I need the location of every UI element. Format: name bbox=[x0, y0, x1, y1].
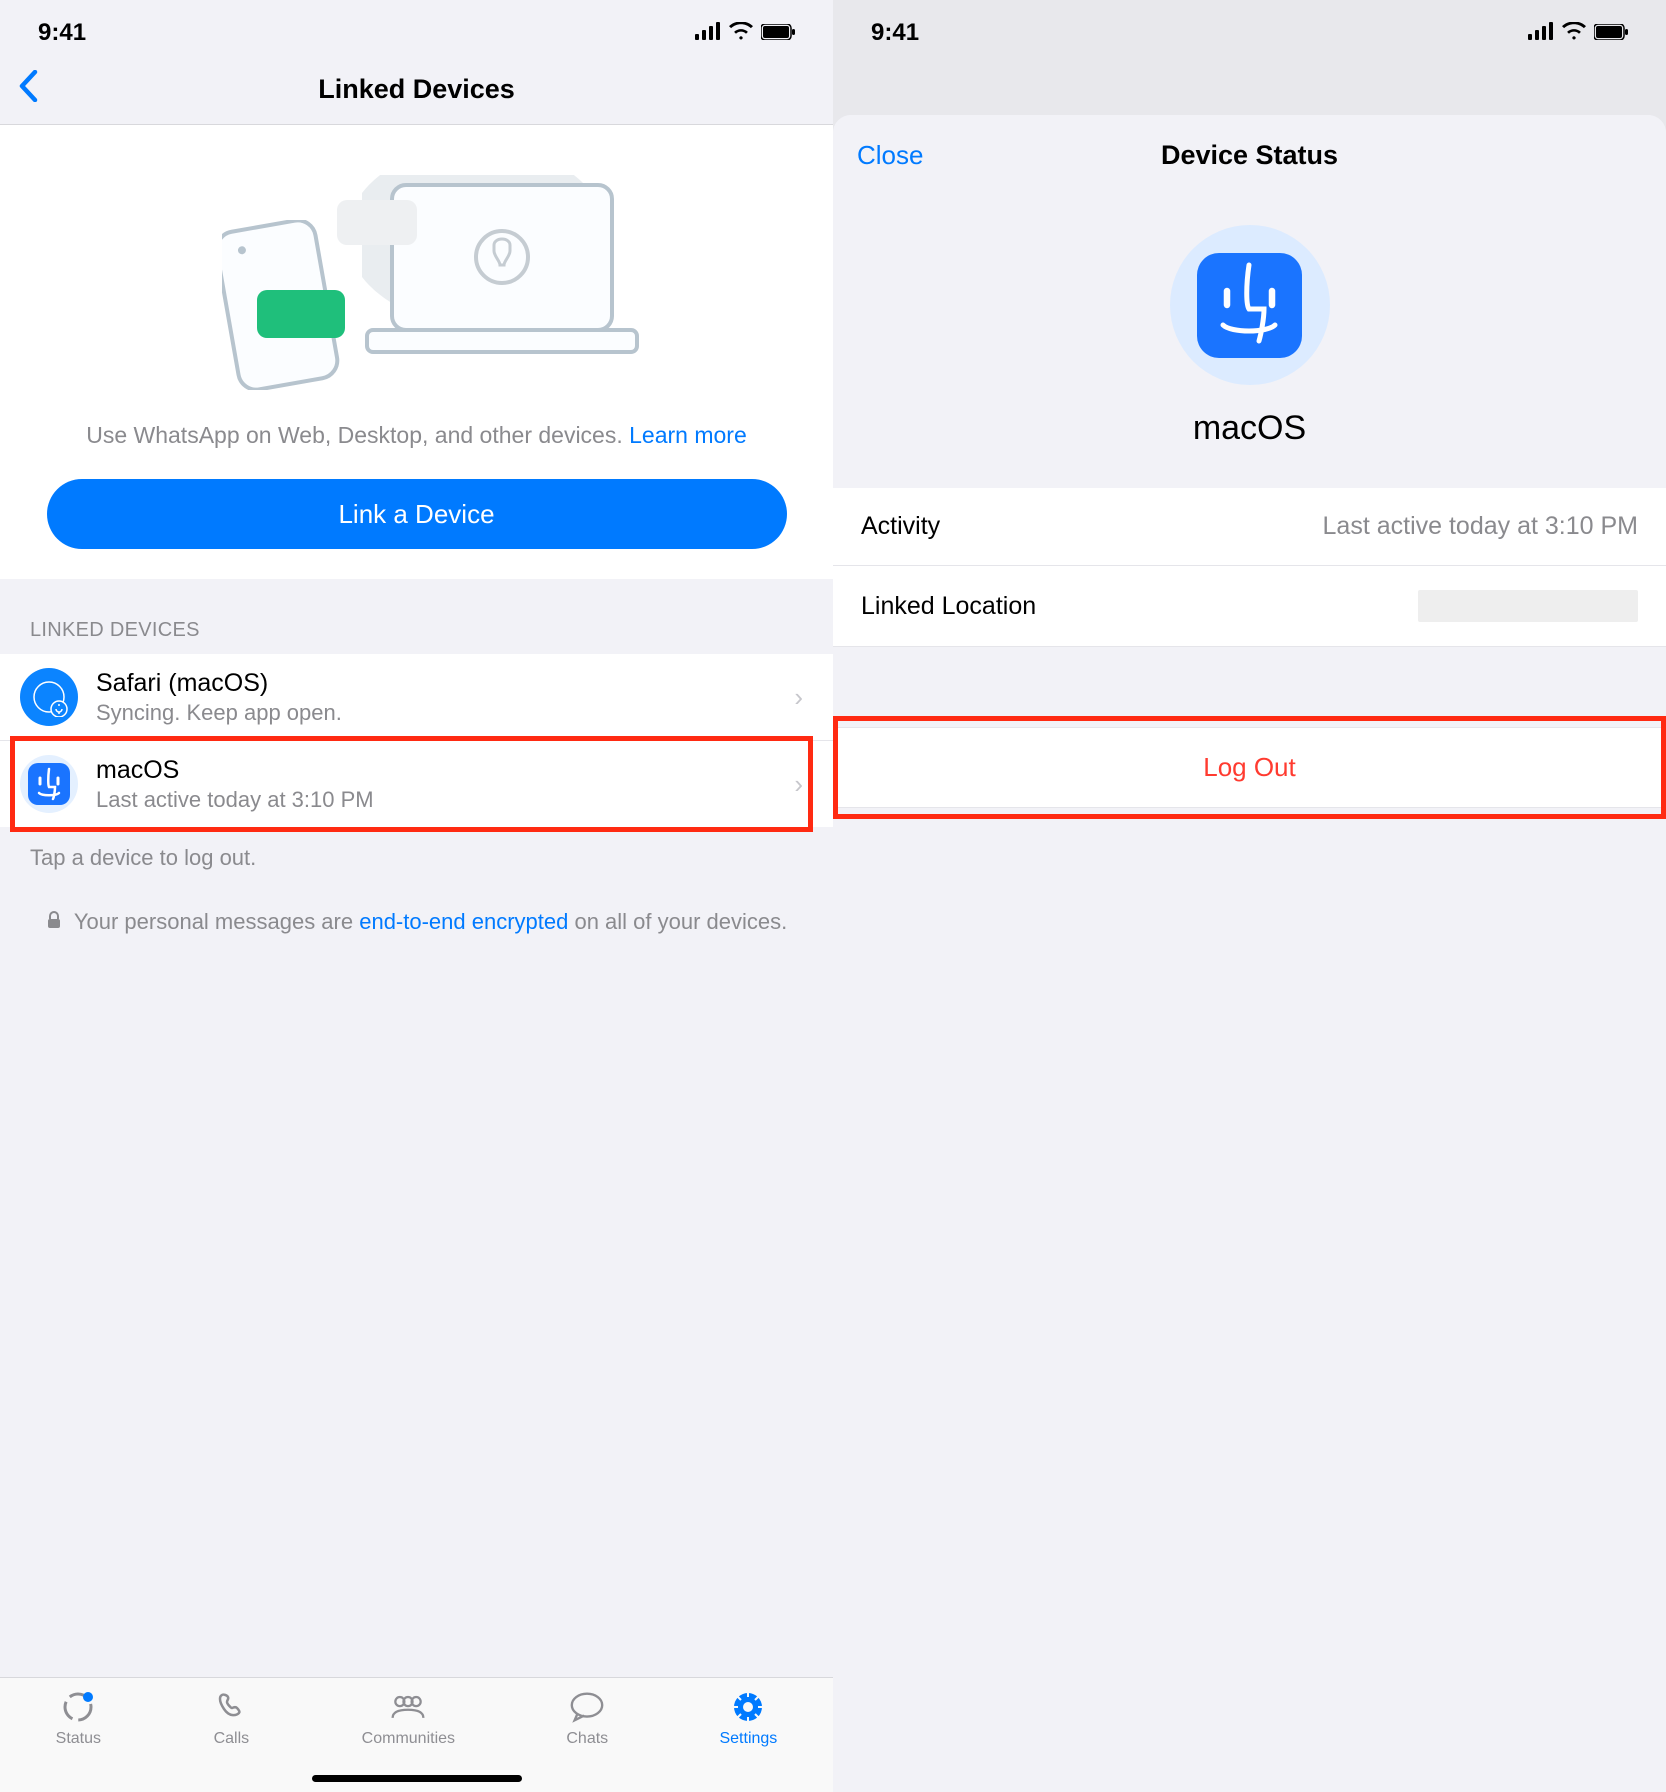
nav-bar: Linked Devices bbox=[0, 55, 833, 125]
phone-linked-devices: 9:41 Linked Devices Use WhatsApp on W bbox=[0, 0, 833, 1792]
tab-label: Calls bbox=[214, 1730, 250, 1748]
detail-value: Last active today at 3:10 PM bbox=[1323, 512, 1638, 541]
detail-label: Linked Location bbox=[861, 592, 1036, 621]
encryption-note: Your personal messages are end-to-end en… bbox=[0, 889, 833, 956]
tab-label: Settings bbox=[719, 1730, 777, 1748]
device-name: macOS bbox=[1193, 409, 1306, 448]
wifi-icon bbox=[1562, 19, 1586, 47]
tab-settings[interactable]: Settings bbox=[719, 1688, 777, 1792]
location-row: Linked Location bbox=[833, 566, 1666, 647]
tap-note: Tap a device to log out. bbox=[0, 827, 833, 889]
back-button[interactable] bbox=[18, 69, 38, 111]
device-subtitle: Last active today at 3:10 PM bbox=[96, 787, 794, 813]
status-time: 9:41 bbox=[871, 19, 919, 47]
page-title: Linked Devices bbox=[0, 74, 833, 105]
finder-icon bbox=[20, 755, 78, 813]
tab-label: Communities bbox=[362, 1730, 455, 1748]
close-button[interactable]: Close bbox=[857, 140, 923, 171]
tab-label: Status bbox=[56, 1730, 101, 1748]
devices-list: Safari (macOS) Syncing. Keep app open. ›… bbox=[0, 654, 833, 827]
devices-illustration bbox=[182, 145, 652, 395]
chevron-right-icon: › bbox=[794, 682, 813, 713]
link-device-button[interactable]: Link a Device bbox=[47, 479, 787, 549]
communities-icon bbox=[389, 1688, 427, 1726]
tab-label: Chats bbox=[566, 1730, 608, 1748]
device-title: macOS bbox=[96, 756, 794, 785]
chevron-right-icon: › bbox=[794, 769, 813, 800]
home-indicator[interactable] bbox=[312, 1775, 522, 1782]
device-title: Safari (macOS) bbox=[96, 669, 794, 698]
status-indicators bbox=[1528, 19, 1628, 47]
sheet-nav: Close Device Status bbox=[833, 115, 1666, 195]
phone-device-status: 9:41 Close Device Status macOS bbox=[833, 0, 1666, 1792]
calls-icon bbox=[212, 1688, 250, 1726]
logout-button[interactable]: Log Out bbox=[833, 727, 1666, 808]
tab-status[interactable]: Status bbox=[56, 1688, 101, 1792]
device-status-sheet: Close Device Status macOS Activity Last … bbox=[833, 115, 1666, 1792]
settings-icon bbox=[729, 1688, 767, 1726]
hero-text: Use WhatsApp on Web, Desktop, and other … bbox=[86, 419, 747, 451]
device-hero: macOS bbox=[833, 195, 1666, 488]
safari-icon bbox=[20, 668, 78, 726]
device-row-safari[interactable]: Safari (macOS) Syncing. Keep app open. › bbox=[0, 654, 833, 741]
cellular-icon bbox=[1528, 19, 1554, 47]
chats-icon bbox=[568, 1688, 606, 1726]
sheet-title: Device Status bbox=[833, 140, 1666, 171]
device-avatar bbox=[1170, 225, 1330, 385]
wifi-icon bbox=[729, 19, 753, 47]
lock-icon bbox=[46, 909, 68, 934]
tab-calls[interactable]: Calls bbox=[212, 1688, 250, 1792]
encryption-link[interactable]: end-to-end encrypted bbox=[359, 909, 568, 934]
hero-section: Use WhatsApp on Web, Desktop, and other … bbox=[0, 125, 833, 579]
tab-chats[interactable]: Chats bbox=[566, 1688, 608, 1792]
finder-icon bbox=[1197, 253, 1302, 358]
status-icon bbox=[59, 1688, 97, 1726]
tab-bar: Status Calls Communities Chats Settings bbox=[0, 1677, 833, 1792]
redacted-value bbox=[1418, 590, 1638, 622]
device-subtitle: Syncing. Keep app open. bbox=[96, 700, 794, 726]
status-time: 9:41 bbox=[38, 19, 86, 47]
device-row-macos[interactable]: macOS Last active today at 3:10 PM › bbox=[0, 741, 833, 827]
linked-devices-header: LINKED DEVICES bbox=[0, 579, 833, 654]
cellular-icon bbox=[695, 19, 721, 47]
battery-icon bbox=[1594, 19, 1628, 47]
status-indicators bbox=[695, 19, 795, 47]
learn-more-link[interactable]: Learn more bbox=[629, 422, 747, 448]
detail-label: Activity bbox=[861, 512, 940, 541]
status-bar: 9:41 bbox=[0, 0, 833, 55]
activity-row: Activity Last active today at 3:10 PM bbox=[833, 488, 1666, 566]
battery-icon bbox=[761, 19, 795, 47]
status-bar: 9:41 bbox=[833, 0, 1666, 55]
